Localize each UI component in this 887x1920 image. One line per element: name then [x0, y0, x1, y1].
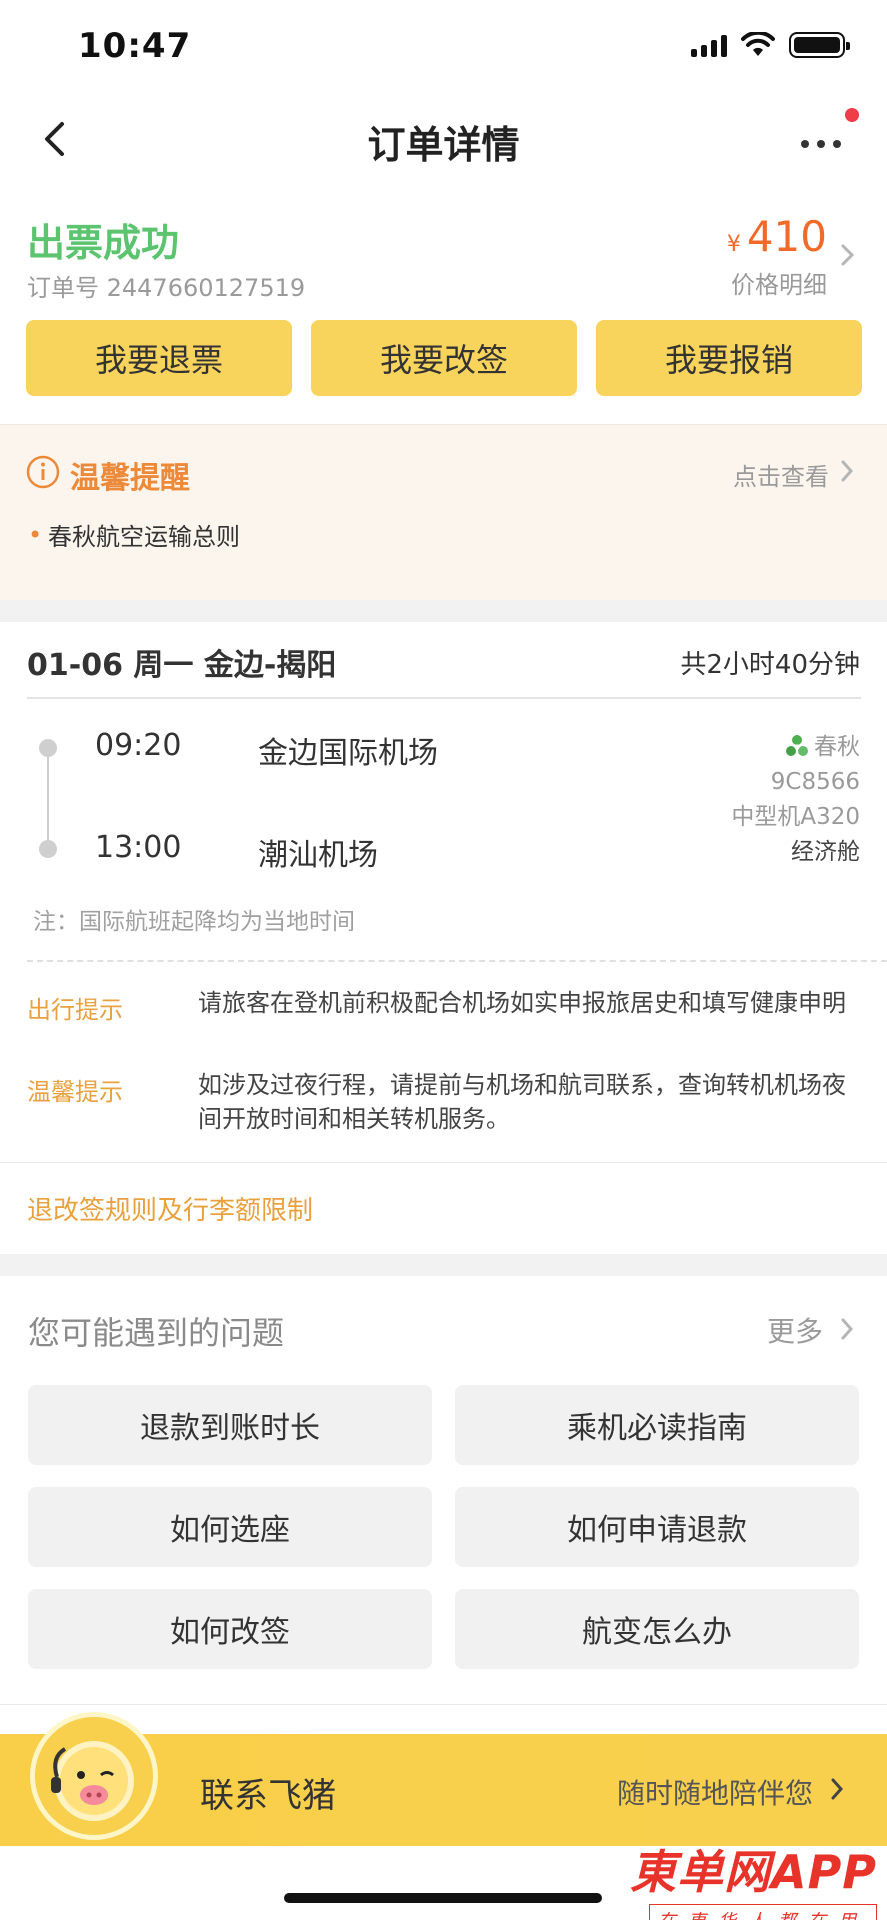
price-block[interactable]: ¥410 价格明细 — [727, 212, 827, 300]
price-detail-link[interactable]: 价格明细 — [727, 265, 827, 300]
arrival-airport: 潮汕机场 — [258, 838, 378, 873]
fliggy-pig-avatar-icon — [30, 1712, 158, 1840]
faq-flight-change-button[interactable]: 航变怎么办 — [455, 1589, 859, 1669]
order-status: 出票成功 — [27, 221, 180, 265]
page-title: 订单详情 — [367, 123, 520, 167]
notification-dot — [845, 108, 859, 122]
section-separator — [0, 1254, 887, 1276]
reminder-panel: 温馨提醒 点击查看 • 春秋航空运输总则 — [0, 424, 887, 600]
divider — [27, 697, 861, 699]
change-ticket-button[interactable]: 我要改签 — [311, 320, 577, 396]
home-indicator — [284, 1893, 602, 1903]
bullet-icon: • — [28, 521, 43, 549]
faq-more-link[interactable]: 更多 — [767, 1310, 823, 1350]
watermark-sub: 在東华人都在用 — [649, 1904, 877, 1920]
price-amount: ¥410 — [727, 212, 827, 261]
faq-boarding-guide-button[interactable]: 乘机必读指南 — [455, 1385, 859, 1465]
cabin-class: 经济舱 — [791, 839, 860, 865]
faq-grid: 退款到账时长 乘机必读指南 如何选座 如何申请退款 如何改签 航变怎么办 — [28, 1385, 859, 1669]
currency-symbol: ¥ — [726, 232, 741, 257]
divider — [0, 1704, 887, 1705]
chevron-right-icon[interactable] — [837, 1314, 857, 1344]
flight-note: 注：国际航班起降均为当地时间 — [33, 909, 355, 935]
status-bar: 10:47 — [0, 0, 887, 96]
reminder-item[interactable]: 春秋航空运输总则 — [48, 517, 240, 552]
refund-rules-link[interactable]: 退改签规则及行李额限制 — [27, 1190, 313, 1227]
faq-refund-time-button[interactable]: 退款到账时长 — [28, 1385, 432, 1465]
faq-title: 您可能遇到的问题 — [28, 1314, 285, 1352]
departure-dot — [39, 739, 57, 757]
faq-apply-refund-button[interactable]: 如何申请退款 — [455, 1487, 859, 1567]
watermark-logo: 東单网APP 在東华人都在用 — [630, 1836, 877, 1920]
watermark-main: 東单网APP — [629, 1845, 877, 1899]
more-options-icon[interactable] — [791, 118, 851, 162]
reminder-view-link[interactable]: 点击查看 — [733, 457, 829, 492]
chevron-right-icon[interactable] — [835, 240, 859, 270]
price-value: 410 — [746, 212, 827, 261]
contact-fliggy-banner[interactable]: 联系飞猪 随时随地陪伴您 — [0, 1712, 887, 1846]
contact-slogan: 随时随地陪伴您 — [616, 1777, 813, 1810]
aircraft-type: 中型机A320 — [731, 804, 860, 830]
chevron-right-icon[interactable] — [837, 457, 857, 485]
reminder-title: 温馨提醒 — [70, 461, 190, 496]
airline-row: 春秋 — [731, 730, 860, 765]
chevron-right-icon[interactable] — [827, 1774, 847, 1804]
refund-button[interactable]: 我要退票 — [26, 320, 292, 396]
arrival-dot — [39, 840, 57, 858]
dashed-divider — [27, 960, 887, 962]
departure-time: 09:20 — [95, 728, 182, 763]
info-icon — [26, 455, 60, 489]
travel-tip-text: 请旅客在登机前积极配合机场如实申报旅居史和填写健康申明 — [198, 989, 846, 1017]
faq-seat-selection-button[interactable]: 如何选座 — [28, 1487, 432, 1567]
travel-tip-label: 出行提示 — [27, 996, 123, 1024]
section-separator — [0, 600, 887, 622]
flight-number: 9C8566 — [770, 769, 860, 795]
status-time: 10:47 — [78, 26, 192, 66]
arrival-time: 13:00 — [95, 830, 182, 865]
warm-tip-text: 如涉及过夜行程，请提前与机场和航司联系，查询转机机场夜间开放时间和相关转机服务。 — [198, 1071, 846, 1133]
spring-airlines-logo-icon — [786, 735, 808, 756]
nav-bar: 订单详情 — [0, 96, 887, 182]
order-number: 订单号 2447660127519 — [27, 274, 306, 302]
airline-name: 春秋 — [814, 734, 860, 760]
status-icons — [691, 32, 850, 58]
faq-change-ticket-button[interactable]: 如何改签 — [28, 1589, 432, 1669]
cellular-signal-icon — [691, 33, 727, 57]
timeline-line — [47, 748, 49, 848]
reimbursement-button[interactable]: 我要报销 — [596, 320, 862, 396]
contact-title: 联系飞猪 — [200, 1776, 336, 1816]
battery-icon — [789, 32, 850, 58]
flight-duration: 共2小时40分钟 — [680, 650, 860, 680]
warm-tip-label: 温馨提示 — [27, 1078, 123, 1106]
divider — [0, 1162, 887, 1163]
wifi-icon — [741, 32, 775, 56]
departure-airport: 金边国际机场 — [258, 736, 438, 771]
order-actions: 我要退票 我要改签 我要报销 — [26, 320, 862, 396]
flight-route-header: 01-06 周一 金边-揭阳 — [27, 648, 337, 683]
flight-info: 春秋 9C8566 中型机A320 经济舱 — [731, 730, 860, 870]
